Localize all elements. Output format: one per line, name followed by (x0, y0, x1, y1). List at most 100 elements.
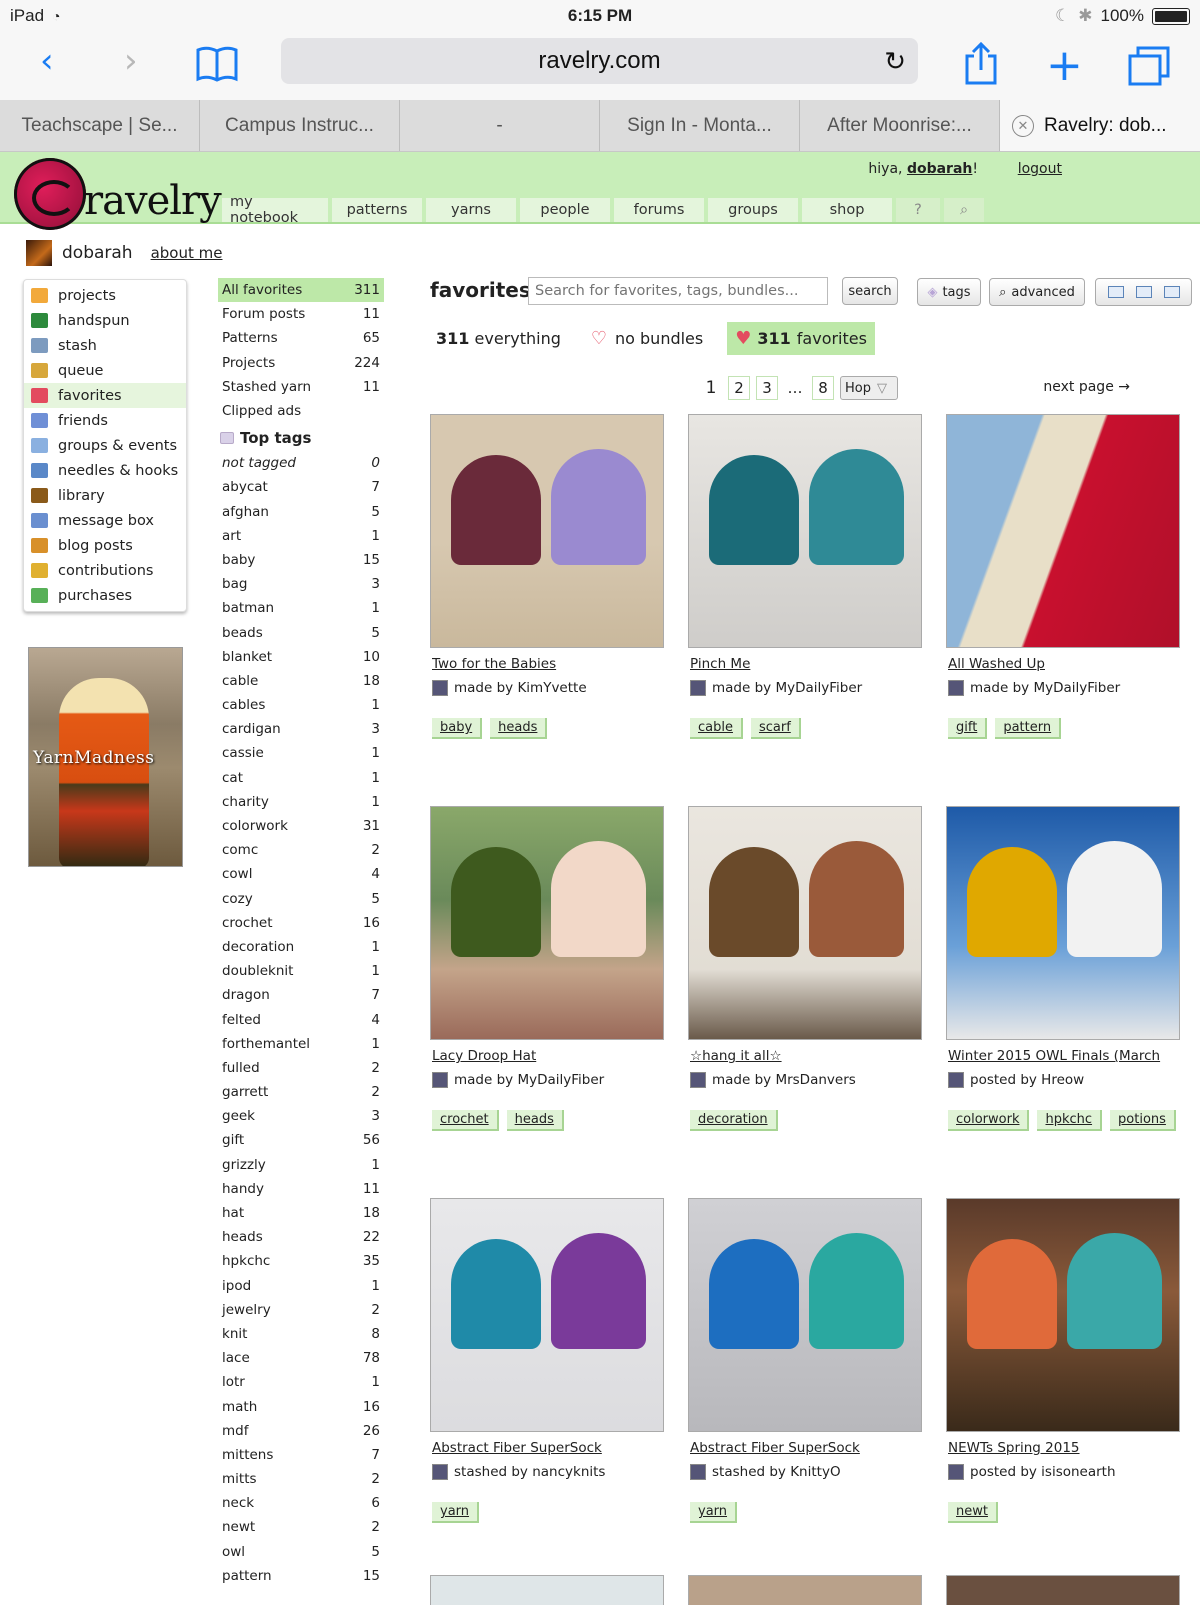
favorite-category[interactable]: Forum posts 11 (218, 302, 384, 326)
favorite-category[interactable]: Patterns 65 (218, 326, 384, 350)
nav-shop[interactable]: shop (802, 198, 892, 222)
favorite-title-link[interactable]: Abstract Fiber SuperSock (432, 1440, 672, 1456)
tag-chip[interactable]: hpkchc (1037, 1110, 1103, 1131)
user-avatar[interactable] (948, 1072, 964, 1088)
user-avatar[interactable] (432, 1072, 448, 1088)
user-avatar[interactable] (948, 680, 964, 696)
tag-row[interactable]: not tagged 0 (218, 451, 384, 475)
nav-people[interactable]: people (520, 198, 610, 222)
tag-chip[interactable]: yarn (432, 1502, 480, 1523)
tag-row[interactable]: handy 11 (218, 1177, 384, 1201)
favorite-title-link[interactable]: Lacy Droop Hat (432, 1048, 672, 1064)
tag-row[interactable]: neck 6 (218, 1491, 384, 1515)
nav-groups[interactable]: groups (708, 198, 798, 222)
tag-row[interactable]: lace 78 (218, 1346, 384, 1370)
nav-forums[interactable]: forums (614, 198, 704, 222)
menu-item-handspun[interactable]: handspun (24, 308, 186, 333)
favorite-thumbnail[interactable] (688, 1198, 922, 1432)
tag-chip[interactable]: potions (1110, 1110, 1176, 1131)
tag-row[interactable]: felted 4 (218, 1007, 384, 1031)
logout-link[interactable]: logout (1018, 161, 1062, 177)
about-me-link[interactable]: about me (151, 244, 223, 262)
tag-row[interactable]: blanket 10 (218, 645, 384, 669)
favorite-thumbnail[interactable] (430, 1198, 664, 1432)
tag-chip[interactable]: heads (506, 1110, 564, 1131)
search-icon[interactable]: ⌕ (944, 198, 984, 222)
tag-row[interactable]: beads 5 (218, 620, 384, 644)
menu-item-needles-hooks[interactable]: needles & hooks (24, 458, 186, 483)
favorite-thumbnail[interactable] (688, 806, 922, 1040)
list-view-icon[interactable] (1135, 286, 1152, 298)
ravelry-logo[interactable]: ravelry (14, 158, 222, 230)
tag-row[interactable]: art 1 (218, 524, 384, 548)
favorite-title-link[interactable]: Abstract Fiber SuperSock (690, 1440, 930, 1456)
favorite-thumbnail[interactable] (688, 414, 922, 648)
help-icon[interactable]: ? (896, 198, 940, 222)
tag-row[interactable]: bag 3 (218, 572, 384, 596)
favorite-thumbnail[interactable] (946, 1198, 1180, 1432)
close-tab-icon[interactable]: ✕ (1012, 114, 1034, 137)
favorite-category[interactable]: All favorites 311 (218, 278, 384, 303)
favorite-title-link[interactable]: ☆hang it all☆ (690, 1048, 930, 1064)
compact-view-icon[interactable] (1163, 286, 1180, 298)
favorite-category[interactable]: Stashed yarn 11 (218, 375, 384, 399)
tag-chip[interactable]: heads (490, 718, 548, 739)
menu-item-groups-events[interactable]: groups & events (24, 433, 186, 458)
filter-favorites[interactable]: ♥ 311 favorites (727, 322, 875, 355)
user-avatar[interactable] (690, 680, 706, 696)
tabs-icon[interactable] (1128, 46, 1170, 92)
favorite-title-link[interactable]: NEWTs Spring 2015 (948, 1440, 1188, 1456)
thumbnail[interactable] (688, 1575, 922, 1605)
tag-row[interactable]: cables 1 (218, 693, 384, 717)
user-avatar[interactable] (690, 1072, 706, 1088)
tag-chip[interactable]: newt (948, 1502, 998, 1523)
tag-row[interactable]: garrett 2 (218, 1080, 384, 1104)
user-avatar[interactable] (948, 1464, 964, 1480)
username-link[interactable]: dobarah (907, 161, 972, 177)
tag-row[interactable]: grizzly 1 (218, 1153, 384, 1177)
user-avatar[interactable] (690, 1464, 706, 1480)
tag-row[interactable]: hpkchc 35 (218, 1249, 384, 1273)
tag-row[interactable]: fulled 2 (218, 1056, 384, 1080)
menu-item-friends[interactable]: friends (24, 408, 186, 433)
page-hop-select[interactable]: Hop ▽ (840, 376, 898, 400)
address-bar[interactable]: ravelry.com ↻ (281, 38, 918, 84)
filter-everything[interactable]: 311 everything (430, 325, 567, 352)
back-icon[interactable]: ‹ (40, 44, 54, 78)
favorite-category[interactable]: Projects 224 (218, 351, 384, 375)
tag-chip[interactable]: decoration (690, 1110, 778, 1131)
browser-tab-active[interactable]: ✕ Ravelry: dob... (1000, 100, 1200, 151)
tag-chip[interactable]: baby (432, 718, 483, 739)
advanced-button[interactable]: ⌕ advanced (989, 278, 1085, 306)
tag-row[interactable]: abycat 7 (218, 475, 384, 499)
search-button[interactable]: search (842, 277, 898, 305)
menu-item-message-box[interactable]: message box (24, 508, 186, 533)
tag-row[interactable]: geek 3 (218, 1104, 384, 1128)
tag-row[interactable]: comc 2 (218, 838, 384, 862)
tag-row[interactable]: knit 8 (218, 1322, 384, 1346)
tag-row[interactable]: hat 18 (218, 1201, 384, 1225)
tag-row[interactable]: pattern 15 (218, 1564, 384, 1588)
menu-item-queue[interactable]: queue (24, 358, 186, 383)
favorite-title-link[interactable]: Pinch Me (690, 656, 930, 672)
tag-chip[interactable]: pattern (995, 718, 1062, 739)
tag-row[interactable]: mitts 2 (218, 1467, 384, 1491)
menu-item-purchases[interactable]: purchases (24, 583, 186, 608)
tag-row[interactable]: dragon 7 (218, 983, 384, 1007)
favorite-thumbnail[interactable] (430, 414, 664, 648)
page-2[interactable]: 2 (728, 376, 750, 400)
tag-row[interactable]: heads 22 (218, 1225, 384, 1249)
menu-item-library[interactable]: library (24, 483, 186, 508)
favorite-title-link[interactable]: Two for the Babies (432, 656, 672, 672)
tag-row[interactable]: ipod 1 (218, 1274, 384, 1298)
user-avatar[interactable] (432, 680, 448, 696)
tag-row[interactable]: baby 15 (218, 548, 384, 572)
browser-tab[interactable]: Teachscape | Se... (0, 100, 200, 151)
tag-row[interactable]: cowl 4 (218, 862, 384, 886)
avatar[interactable] (26, 240, 52, 266)
bookmarks-icon[interactable] (196, 46, 238, 88)
favorites-search-input[interactable] (528, 277, 828, 305)
tag-row[interactable]: cable 18 (218, 669, 384, 693)
tags-button[interactable]: ◈ tags (917, 278, 981, 306)
tag-row[interactable]: mdf 26 (218, 1419, 384, 1443)
